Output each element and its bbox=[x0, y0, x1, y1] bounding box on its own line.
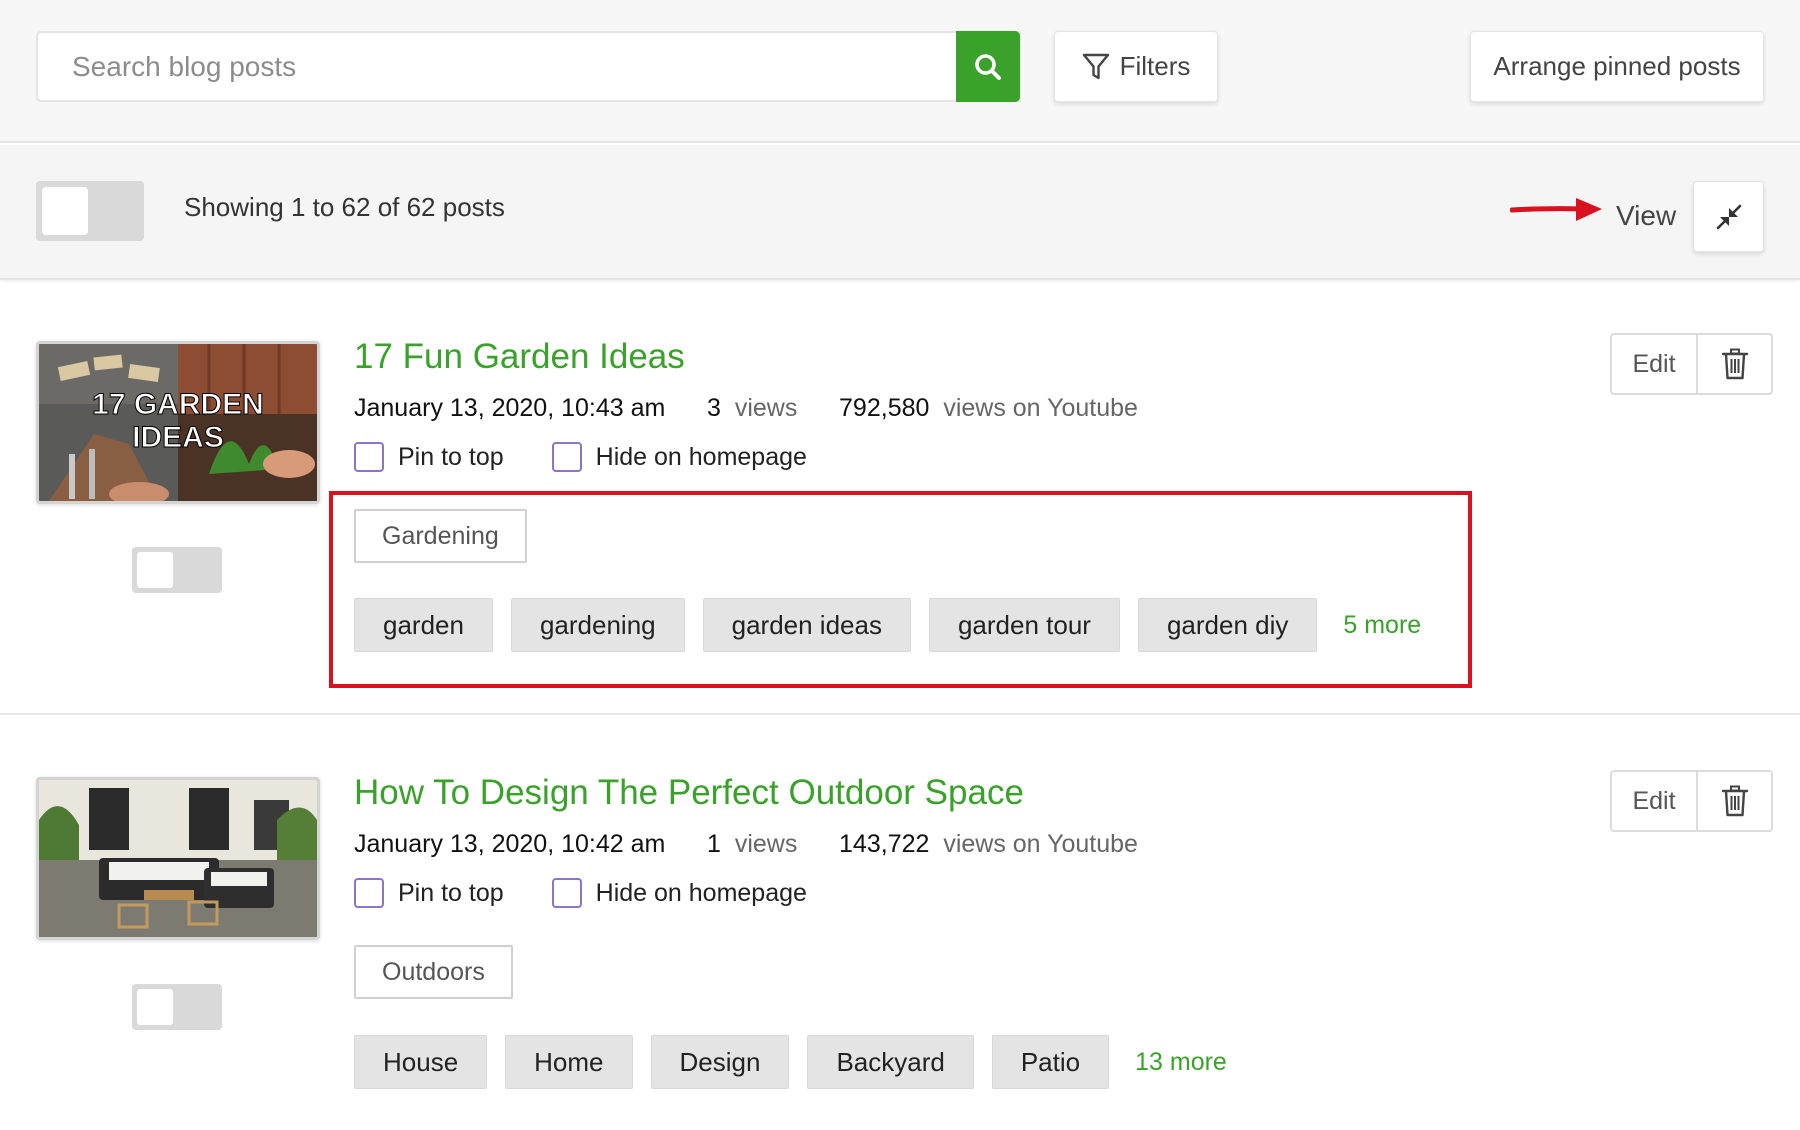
toggle-knob bbox=[137, 989, 173, 1025]
category-badge[interactable]: Gardening bbox=[354, 509, 527, 563]
tag-chip[interactable]: Design bbox=[650, 1035, 790, 1089]
hide-on-homepage-option[interactable]: Hide on homepage bbox=[551, 878, 807, 908]
post-select-toggle[interactable] bbox=[132, 984, 222, 1030]
post-actions: Edit bbox=[1610, 333, 1773, 395]
post-views-label: views bbox=[734, 830, 798, 858]
results-count: Showing 1 to 62 of 62 posts bbox=[184, 192, 505, 222]
more-tags-link[interactable]: 5 more bbox=[1343, 611, 1421, 640]
filter-icon bbox=[1082, 53, 1109, 79]
tag-chip[interactable]: garden bbox=[354, 598, 493, 652]
youtube-views-count: 792,580 bbox=[839, 394, 930, 422]
search-icon bbox=[975, 53, 1001, 80]
post-views-label: views bbox=[734, 394, 798, 422]
tag-chip[interactable]: garden tour bbox=[928, 598, 1120, 652]
post-views-count: 1 bbox=[707, 830, 721, 858]
filters-button[interactable]: Filters bbox=[1054, 31, 1218, 102]
post-meta: January 13, 2020, 10:42 am 1 views 143,7… bbox=[354, 830, 1138, 859]
arrange-pinned-posts-button[interactable]: Arrange pinned posts bbox=[1470, 31, 1764, 102]
trash-icon bbox=[1721, 785, 1748, 817]
search-button[interactable] bbox=[956, 31, 1020, 102]
garden-ideas-thumbnail-image: 17 GARDEN IDEAS bbox=[39, 344, 317, 501]
tag-chip[interactable]: garden diy bbox=[1137, 598, 1318, 652]
delete-button[interactable] bbox=[1698, 772, 1771, 830]
youtube-views-label: views on Youtube bbox=[943, 830, 1138, 858]
pin-to-top-label: Pin to top bbox=[398, 442, 504, 471]
post-title-link[interactable]: 17 Fun Garden Ideas bbox=[354, 337, 685, 377]
post-thumbnail[interactable]: 17 GARDEN IDEAS bbox=[36, 341, 320, 504]
hide-on-homepage-label: Hide on homepage bbox=[595, 442, 807, 471]
compact-view-button[interactable] bbox=[1693, 181, 1764, 252]
edit-button[interactable]: Edit bbox=[1612, 335, 1698, 393]
thumbnail-caption-line-1: 17 GARDEN bbox=[92, 388, 264, 421]
tag-chip[interactable]: House bbox=[354, 1035, 488, 1089]
post-row: How To Design The Perfect Outdoor Space … bbox=[0, 717, 1800, 1130]
arrange-pinned-posts-label: Arrange pinned posts bbox=[1493, 51, 1741, 81]
tag-chip[interactable]: gardening bbox=[510, 598, 685, 652]
post-options: Pin to top Hide on homepage bbox=[354, 442, 855, 472]
search-box bbox=[36, 31, 1021, 102]
trash-icon bbox=[1721, 348, 1748, 380]
tag-chip[interactable]: Home bbox=[505, 1035, 633, 1089]
tag-list: House Home Design Backyard Patio 13 more bbox=[354, 1035, 1227, 1089]
post-actions: Edit bbox=[1610, 770, 1773, 832]
tag-chip[interactable]: garden ideas bbox=[702, 598, 911, 652]
hide-on-homepage-option[interactable]: Hide on homepage bbox=[551, 442, 807, 472]
edit-button[interactable]: Edit bbox=[1612, 772, 1698, 830]
search-input[interactable] bbox=[72, 33, 942, 100]
collapse-arrows-icon bbox=[1716, 204, 1741, 229]
filters-label: Filters bbox=[1119, 51, 1191, 81]
more-tags-link[interactable]: 13 more bbox=[1135, 1048, 1227, 1077]
pin-to-top-checkbox[interactable] bbox=[354, 442, 384, 472]
view-label: View bbox=[1616, 200, 1677, 231]
hide-on-homepage-checkbox[interactable] bbox=[551, 878, 582, 908]
category-badge[interactable]: Outdoors bbox=[354, 945, 513, 999]
post-thumbnail[interactable] bbox=[36, 777, 320, 940]
toggle-knob bbox=[137, 552, 173, 588]
post-select-toggle[interactable] bbox=[132, 547, 222, 593]
pin-to-top-label: Pin to top bbox=[398, 878, 504, 907]
youtube-views-label: views on Youtube bbox=[943, 394, 1138, 422]
select-all-toggle[interactable] bbox=[36, 181, 144, 241]
search-bar-area: Filters Arrange pinned posts bbox=[0, 0, 1800, 143]
red-arrow-annotation-icon bbox=[1510, 198, 1602, 221]
hide-on-homepage-label: Hide on homepage bbox=[595, 878, 807, 907]
pin-to-top-checkbox[interactable] bbox=[354, 878, 384, 908]
tag-chip[interactable]: Patio bbox=[991, 1035, 1110, 1089]
post-row: 17 GARDEN IDEAS 17 Fun Garden Ideas Janu… bbox=[0, 282, 1800, 715]
hide-on-homepage-checkbox[interactable] bbox=[551, 442, 582, 472]
post-options: Pin to top Hide on homepage bbox=[354, 878, 855, 908]
post-date: January 13, 2020, 10:42 am bbox=[354, 830, 666, 858]
post-views-count: 3 bbox=[707, 394, 721, 422]
tag-chip[interactable]: Backyard bbox=[807, 1035, 974, 1089]
post-date: January 13, 2020, 10:43 am bbox=[354, 394, 666, 422]
pin-to-top-option[interactable]: Pin to top bbox=[354, 878, 504, 908]
post-meta: January 13, 2020, 10:43 am 3 views 792,5… bbox=[354, 394, 1138, 423]
thumbnail-caption-line-2: IDEAS bbox=[132, 421, 224, 454]
pin-to-top-option[interactable]: Pin to top bbox=[354, 442, 504, 472]
toggle-knob bbox=[42, 187, 88, 235]
tag-list: garden gardening garden ideas garden tou… bbox=[354, 598, 1421, 652]
list-toolbar: Showing 1 to 62 of 62 posts View bbox=[0, 145, 1800, 280]
outdoor-space-thumbnail-image bbox=[39, 780, 317, 937]
post-title-link[interactable]: How To Design The Perfect Outdoor Space bbox=[354, 773, 1024, 813]
youtube-views-count: 143,722 bbox=[839, 830, 930, 858]
delete-button[interactable] bbox=[1698, 335, 1771, 393]
